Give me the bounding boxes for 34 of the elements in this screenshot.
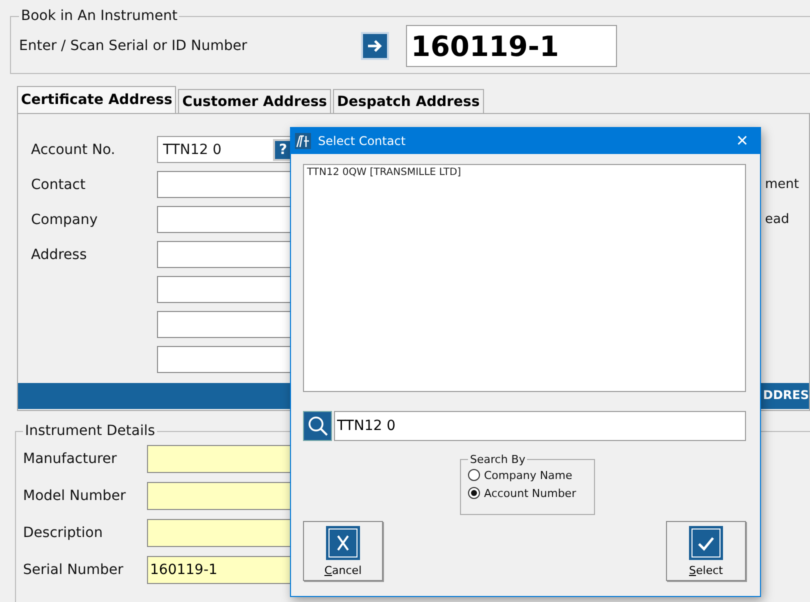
- field-label: ead: [765, 212, 790, 227]
- field-label: Manufacturer: [23, 451, 118, 467]
- radio-label: Account Number: [484, 486, 576, 500]
- tab[interactable]: Despatch Address: [333, 89, 484, 113]
- list-item[interactable]: TTN12 0QW [TRANSMILLE LTD]: [307, 167, 742, 178]
- radio-button[interactable]: [468, 469, 480, 481]
- search-icon: [306, 415, 328, 437]
- field-label: Account No.: [30, 142, 116, 158]
- radio-button[interactable]: [468, 487, 480, 499]
- field-label: Description: [23, 525, 104, 541]
- cancel-button[interactable]: Cancel: [303, 521, 383, 581]
- search-field[interactable]: TTN12 0: [334, 411, 746, 441]
- field-label: ment: [765, 177, 799, 192]
- field-label: Company: [30, 212, 99, 228]
- serial-input[interactable]: 160119-1: [406, 25, 617, 67]
- field-label: Contact: [30, 176, 86, 192]
- group-title: Book in An Instrument: [20, 8, 178, 24]
- select-button[interactable]: Select: [666, 521, 746, 581]
- app-icon: [295, 133, 311, 149]
- check-icon: [689, 526, 723, 560]
- search-button[interactable]: [303, 411, 332, 441]
- close-button[interactable]: ×: [728, 131, 756, 151]
- field-label: Address: [30, 246, 88, 262]
- tab[interactable]: Customer Address: [178, 89, 331, 113]
- tab[interactable]: Certificate Address: [17, 86, 176, 113]
- group-title: Search By: [469, 453, 526, 466]
- go-button[interactable]: [361, 32, 389, 60]
- field-label: Serial Number: [23, 562, 124, 578]
- window-title: Select Contact: [318, 134, 407, 148]
- group-title: Instrument Details: [24, 423, 156, 439]
- radio-label: Company Name: [484, 468, 572, 482]
- field-label: Model Number: [23, 488, 127, 504]
- serial-label: Enter / Scan Serial or ID Number: [19, 38, 248, 54]
- x-icon: [326, 526, 360, 560]
